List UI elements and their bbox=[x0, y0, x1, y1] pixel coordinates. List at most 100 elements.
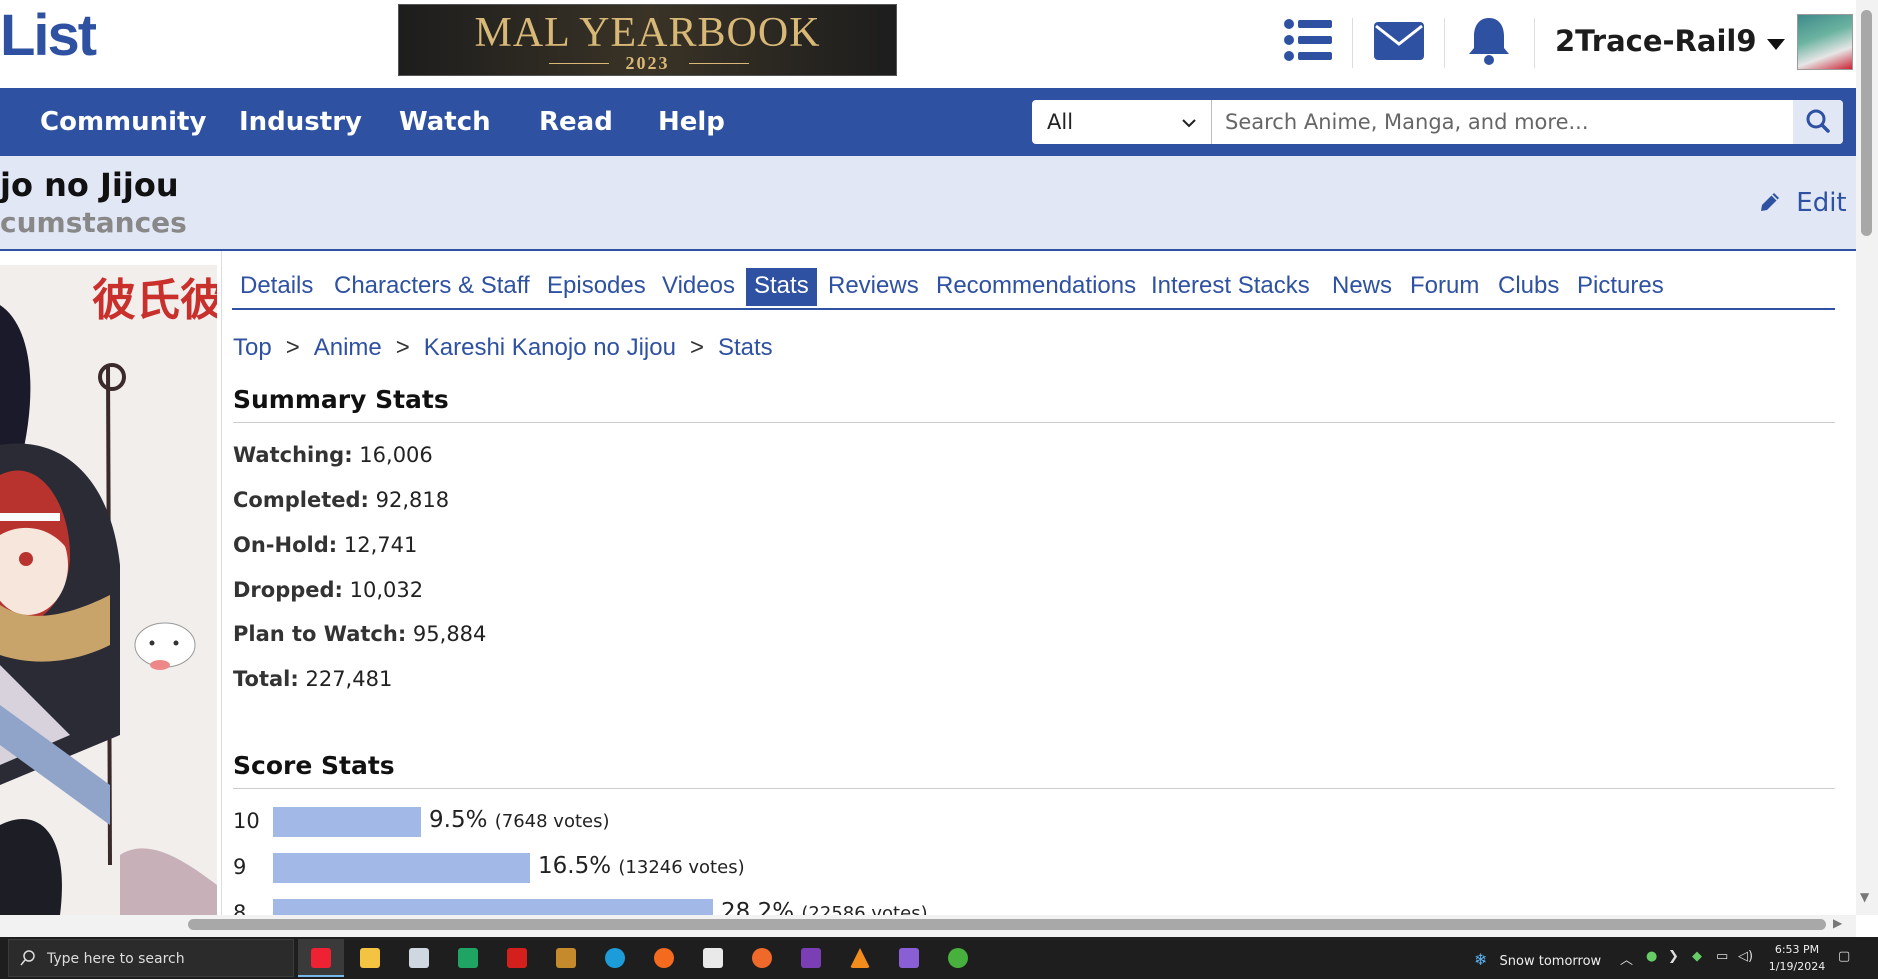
score-votes: (7648 votes) bbox=[494, 811, 610, 832]
firefox-icon bbox=[654, 948, 674, 968]
edit-label: Edit bbox=[1796, 188, 1847, 218]
taskbar-pdf[interactable] bbox=[494, 939, 540, 977]
nav-read[interactable]: Read bbox=[539, 107, 613, 137]
score-percent: 16.5% (13246 votes) bbox=[538, 853, 745, 879]
score-percent-label: 16.5% bbox=[538, 853, 612, 879]
avatar[interactable] bbox=[1797, 14, 1853, 70]
weather-widget[interactable]: ❄ Snow tomorrow bbox=[1474, 950, 1601, 969]
taskbar-library[interactable] bbox=[543, 939, 589, 977]
edit-button[interactable]: Edit bbox=[1758, 188, 1847, 218]
stat-label: Watching: bbox=[233, 443, 353, 467]
svg-text:彼氏彼女の事情: 彼氏彼女の事情 bbox=[92, 275, 217, 326]
taskbar-search-placeholder: Type here to search bbox=[47, 951, 185, 967]
bell-icon[interactable] bbox=[1467, 16, 1511, 70]
app-icon bbox=[311, 948, 331, 968]
taskbar-edge[interactable] bbox=[592, 939, 638, 977]
mail-icon[interactable] bbox=[1374, 22, 1424, 64]
scroll-down-arrow-icon[interactable]: ▼ bbox=[1860, 890, 1869, 904]
network-icon[interactable]: ▭ bbox=[1716, 949, 1728, 964]
stat-label: Plan to Watch: bbox=[233, 622, 407, 646]
tab-interest-stacks[interactable]: Interest Stacks bbox=[1143, 268, 1318, 306]
site-logo[interactable]: List bbox=[0, 2, 97, 69]
tab-videos[interactable]: Videos bbox=[654, 268, 743, 306]
taskbar-file-explorer[interactable] bbox=[347, 939, 393, 977]
tab-pictures[interactable]: Pictures bbox=[1569, 268, 1672, 306]
yearbook-banner[interactable]: MAL YEARBOOK 2023 bbox=[398, 4, 897, 76]
tab-episodes[interactable]: Episodes bbox=[539, 268, 654, 306]
breadcrumb-anime[interactable]: Anime bbox=[314, 334, 382, 361]
anime-cover-image[interactable]: 彼氏彼女の事情 bbox=[0, 265, 217, 915]
taskbar-fox[interactable] bbox=[690, 939, 736, 977]
score-row: 10 9.5% (7648 votes) bbox=[233, 805, 1833, 837]
stat-on-hold: On-Hold: 12,741 bbox=[233, 533, 417, 557]
page-subtitle: cumstances bbox=[0, 206, 187, 239]
taskbar-vlc[interactable] bbox=[837, 939, 883, 977]
app-icon-2 bbox=[752, 948, 772, 968]
chevron-down-icon bbox=[1181, 112, 1197, 136]
volume-icon[interactable]: ◁) bbox=[1738, 949, 1753, 964]
windows-taskbar: Type here to search ❄ Snow tomorrow ︿ ● … bbox=[0, 937, 1878, 979]
tab-recommendations[interactable]: Recommendations bbox=[928, 268, 1144, 306]
nav-community[interactable]: Community bbox=[40, 107, 206, 137]
search-button[interactable] bbox=[1793, 100, 1843, 144]
chevron-up-icon[interactable]: ︿ bbox=[1620, 949, 1633, 968]
onenote-icon bbox=[801, 948, 821, 968]
tray-terminal-icon[interactable]: ❯ bbox=[1668, 949, 1679, 964]
search-input[interactable] bbox=[1213, 100, 1793, 144]
taskbar-search[interactable]: Type here to search bbox=[8, 939, 294, 977]
taskbar-spreadsheet[interactable] bbox=[445, 939, 491, 977]
stat-dropped: Dropped: 10,032 bbox=[233, 578, 423, 602]
list-icon[interactable] bbox=[1284, 18, 1332, 66]
notification-icon[interactable]: ▢ bbox=[1838, 949, 1850, 964]
stat-label: Total: bbox=[233, 667, 299, 691]
breadcrumb-top[interactable]: Top bbox=[233, 334, 272, 361]
tab-stats[interactable]: Stats bbox=[746, 268, 817, 306]
printer-icon bbox=[409, 948, 429, 968]
breadcrumb-separator: > bbox=[395, 334, 410, 361]
banner-year: 2023 bbox=[625, 53, 670, 73]
scroll-right-arrow-icon[interactable]: ▶ bbox=[1833, 916, 1842, 930]
search-icon bbox=[19, 949, 37, 971]
score-bar bbox=[273, 807, 421, 837]
nav-help[interactable]: Help bbox=[658, 107, 725, 137]
taskbar-firefox[interactable] bbox=[641, 939, 687, 977]
tab-characters-staff[interactable]: Characters & Staff bbox=[326, 268, 538, 306]
taskbar-onenote[interactable] bbox=[788, 939, 834, 977]
vertical-scroll-thumb[interactable] bbox=[1861, 10, 1872, 236]
taskbar-utorrent[interactable] bbox=[935, 939, 981, 977]
header-divider bbox=[1352, 18, 1353, 68]
nav-watch[interactable]: Watch bbox=[399, 107, 491, 137]
tab-reviews[interactable]: Reviews bbox=[820, 268, 927, 306]
file-explorer-icon bbox=[360, 948, 380, 968]
spreadsheet-icon bbox=[458, 948, 478, 968]
search-category-select[interactable]: All bbox=[1032, 100, 1212, 144]
pdf-icon bbox=[507, 948, 527, 968]
clock-time: 6:53 PM bbox=[1774, 943, 1820, 956]
taskbar-app-icon[interactable] bbox=[298, 939, 344, 977]
tray-security-icon[interactable]: ◆ bbox=[1692, 949, 1702, 964]
score-percent: 9.5% (7648 votes) bbox=[429, 807, 610, 833]
tray-app-icon[interactable]: ● bbox=[1646, 949, 1657, 964]
clock[interactable]: 6:53 PM 1/19/2024 bbox=[1767, 941, 1827, 975]
search-bar: All bbox=[1032, 100, 1843, 144]
taskbar-video-editor[interactable] bbox=[886, 939, 932, 977]
username-menu[interactable]: 2Trace-Rail9 bbox=[1555, 24, 1785, 58]
sidebar-divider bbox=[221, 251, 222, 915]
top-header: List MAL YEARBOOK 2023 2Trace-Rail9 bbox=[0, 0, 1856, 88]
tab-details[interactable]: Details bbox=[232, 268, 321, 306]
section-divider bbox=[233, 422, 1835, 423]
tab-news[interactable]: News bbox=[1324, 268, 1400, 306]
stat-value: 95,884 bbox=[412, 622, 487, 646]
anime-title-bar: jo no Jijou cumstances Edit bbox=[0, 156, 1856, 251]
search-icon bbox=[1793, 109, 1843, 148]
section-divider bbox=[233, 788, 1835, 789]
taskbar-printer[interactable] bbox=[396, 939, 442, 977]
horizontal-scroll-thumb[interactable] bbox=[188, 919, 1826, 930]
tab-forum[interactable]: Forum bbox=[1402, 268, 1487, 306]
nav-industry[interactable]: Industry bbox=[239, 107, 362, 137]
breadcrumb-stats[interactable]: Stats bbox=[718, 334, 773, 361]
tab-clubs[interactable]: Clubs bbox=[1490, 268, 1567, 306]
utorrent-icon bbox=[948, 948, 968, 968]
taskbar-app-2[interactable] bbox=[739, 939, 785, 977]
breadcrumb-title[interactable]: Kareshi Kanojo no Jijou bbox=[424, 334, 676, 361]
